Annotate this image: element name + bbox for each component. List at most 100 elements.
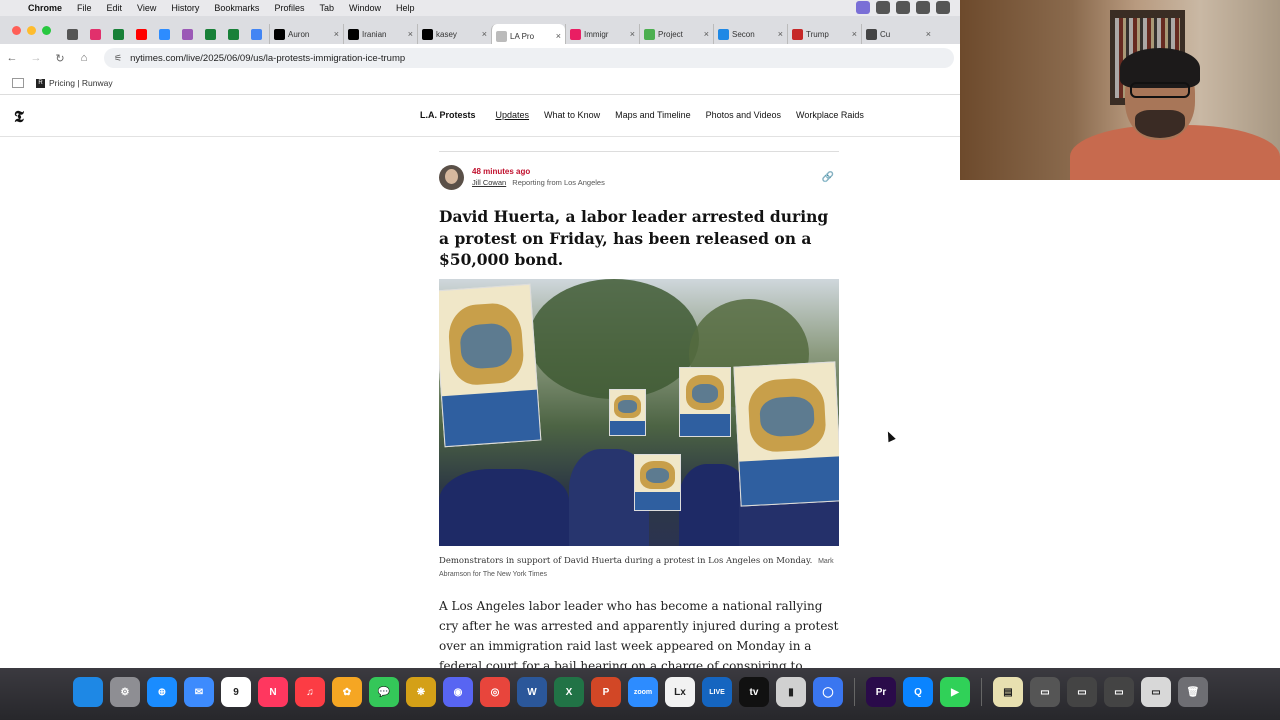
menu-edit[interactable]: Edit — [107, 3, 123, 13]
apps-grid-icon[interactable] — [12, 78, 24, 88]
nav-link-what-to-know[interactable]: What to Know — [544, 110, 600, 120]
safari-icon[interactable]: ⊕ — [147, 677, 177, 707]
browser-tab[interactable]: Cu × — [861, 24, 935, 44]
mail-icon[interactable]: ✉ — [184, 677, 214, 707]
browser-tab[interactable]: Project × — [639, 24, 713, 44]
home-icon[interactable]: ⌂ — [72, 52, 96, 64]
bookmarks-bar: R Pricing | Runway — [0, 72, 960, 95]
close-tab-icon[interactable]: × — [334, 29, 339, 39]
pinned-tab[interactable] — [200, 24, 223, 44]
trash-icon[interactable]: 🗑 — [1178, 677, 1208, 707]
messages-icon[interactable]: 💬 — [369, 677, 399, 707]
address-bar[interactable]: ⚟ nytimes.com/live/2025/06/09/us/la-prot… — [104, 48, 954, 68]
menu-extra-icon[interactable] — [936, 1, 950, 14]
pinned-tab[interactable] — [62, 24, 85, 44]
divider — [439, 151, 839, 152]
browser-toolbar: ← → ↻ ⌂ ⚟ nytimes.com/live/2025/06/09/us… — [0, 44, 960, 72]
finder-icon[interactable] — [73, 677, 103, 707]
chrome-icon[interactable]: ◎ — [480, 677, 510, 707]
nyt-icon — [496, 30, 507, 42]
site-info-icon[interactable]: ⚟ — [114, 53, 122, 64]
pinned-tab[interactable] — [223, 24, 246, 44]
menu-help[interactable]: Help — [396, 3, 415, 13]
browser-tab[interactable]: Secon × — [713, 24, 787, 44]
window-thumbnail-icon[interactable]: ▭ — [1030, 677, 1060, 707]
pinned-tab[interactable] — [131, 24, 154, 44]
menu-extra-icon[interactable] — [916, 1, 930, 14]
browser-tab[interactable]: Iranian × — [343, 24, 417, 44]
pin-icon — [866, 28, 877, 40]
minimize-window-button[interactable] — [27, 26, 36, 35]
menu-file[interactable]: File — [77, 3, 92, 13]
pinned-tab[interactable] — [246, 24, 269, 44]
close-tab-icon[interactable]: × — [852, 29, 857, 39]
browser-tab[interactable]: kasey × — [417, 24, 491, 44]
forward-icon[interactable]: → — [24, 52, 48, 64]
facetime-icon[interactable]: ▶ — [940, 677, 970, 707]
window-thumbnail-icon[interactable]: ▭ — [1067, 677, 1097, 707]
close-tab-icon[interactable]: × — [926, 29, 931, 39]
live-app-icon[interactable]: LIVE — [702, 677, 732, 707]
word-icon[interactable]: W — [517, 677, 547, 707]
close-window-button[interactable] — [12, 26, 21, 35]
menu-extra-icon[interactable] — [896, 1, 910, 14]
excel-icon[interactable]: X — [554, 677, 584, 707]
browser-tab[interactable]: Auron × — [269, 24, 343, 44]
notes-app-icon[interactable]: ▮ — [776, 677, 806, 707]
menu-app-name[interactable]: Chrome — [28, 3, 62, 13]
close-tab-icon[interactable]: × — [556, 31, 561, 41]
author-link[interactable]: Jill Cowan — [472, 178, 506, 187]
document-preview-icon[interactable]: ▤ — [993, 677, 1023, 707]
pinned-tab[interactable] — [177, 24, 200, 44]
photos-icon[interactable]: ✿ — [332, 677, 362, 707]
system-settings-icon[interactable]: ⚙ — [110, 677, 140, 707]
pinned-tab[interactable] — [85, 24, 108, 44]
close-tab-icon[interactable]: × — [704, 29, 709, 39]
pinned-tab[interactable] — [154, 24, 177, 44]
window-thumbnail-icon[interactable]: ▭ — [1141, 677, 1171, 707]
menu-bookmarks[interactable]: Bookmarks — [214, 3, 259, 13]
copy-link-icon[interactable]: 🔗 — [821, 172, 835, 186]
premiere-icon[interactable]: Pr — [866, 677, 896, 707]
browser-tab[interactable]: Trump × — [787, 24, 861, 44]
nav-link-workplace-raids[interactable]: Workplace Raids — [796, 110, 864, 120]
nav-link-maps-and-timeline[interactable]: Maps and Timeline — [615, 110, 691, 120]
menu-profiles[interactable]: Profiles — [274, 3, 304, 13]
close-tab-icon[interactable]: × — [408, 29, 413, 39]
reload-icon[interactable]: ↻ — [48, 52, 72, 65]
menu-tab[interactable]: Tab — [319, 3, 334, 13]
podcast-icon — [181, 28, 193, 40]
news-icon[interactable]: N — [258, 677, 288, 707]
window-thumbnail-icon[interactable]: ▭ — [1104, 677, 1134, 707]
apple-tv-icon[interactable]: tv — [739, 677, 769, 707]
close-tab-icon[interactable]: × — [778, 29, 783, 39]
signal-icon[interactable]: ◯ — [813, 677, 843, 707]
browser-tab[interactable]: Immigr × — [565, 24, 639, 44]
section-title[interactable]: L.A. Protests — [420, 110, 476, 120]
butterfly-app-icon[interactable]: ❋ — [406, 677, 436, 707]
discord-icon[interactable]: ◉ — [443, 677, 473, 707]
bookmark-pricing-runway[interactable]: Pricing | Runway — [49, 78, 113, 88]
zoom-window-button[interactable] — [42, 26, 51, 35]
nav-link-updates[interactable]: Updates — [496, 110, 530, 120]
tab-title: Iranian — [362, 29, 387, 39]
powerpoint-icon[interactable]: P — [591, 677, 621, 707]
lexis-icon[interactable]: Lx — [665, 677, 695, 707]
nav-link-photos-and-videos[interactable]: Photos and Videos — [706, 110, 781, 120]
menu-view[interactable]: View — [137, 3, 156, 13]
reporting-location: Reporting from Los Angeles — [512, 178, 605, 187]
music-icon[interactable]: ♫ — [295, 677, 325, 707]
close-tab-icon[interactable]: × — [630, 29, 635, 39]
quicktime-icon[interactable]: Q — [903, 677, 933, 707]
screen-record-icon[interactable] — [856, 1, 870, 14]
web-page: 𝕿 L.A. Protests Updates What to Know Maps … — [0, 95, 1280, 668]
calendar-icon[interactable]: 9 — [221, 677, 251, 707]
zoom-icon[interactable]: zoom — [628, 677, 658, 707]
menu-extra-icon[interactable] — [876, 1, 890, 14]
nyt-logo[interactable]: 𝕿 — [14, 107, 24, 127]
back-icon[interactable]: ← — [0, 52, 24, 64]
menu-window[interactable]: Window — [349, 3, 381, 13]
close-tab-icon[interactable]: × — [482, 29, 487, 39]
pinned-tab[interactable] — [108, 24, 131, 44]
menu-history[interactable]: History — [171, 3, 199, 13]
